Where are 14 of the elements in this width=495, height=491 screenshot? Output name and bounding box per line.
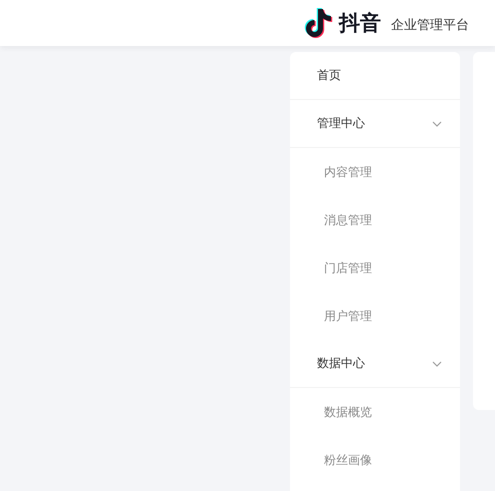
chevron-icon xyxy=(432,118,442,128)
platform-subtitle: 企业管理平台 xyxy=(391,16,469,34)
music-note-logo-icon xyxy=(303,7,333,39)
brand-name: 抖音 xyxy=(339,10,381,37)
submenu-item[interactable]: 消息管理 xyxy=(290,196,460,244)
submenu-item[interactable]: 数据概览 xyxy=(290,388,460,436)
chevron-icon xyxy=(432,358,442,368)
submenu-item[interactable]: 用户管理 xyxy=(290,292,460,340)
submenu-item[interactable]: 内容管理 xyxy=(290,148,460,196)
submenu-item[interactable]: 粉丝画像 xyxy=(290,436,460,484)
menu-item[interactable]: 首页 xyxy=(290,52,460,100)
menu-group[interactable]: 管理中心 xyxy=(290,100,460,148)
submenu-item[interactable]: 门店管理 xyxy=(290,244,460,292)
menu-group[interactable]: 数据中心 xyxy=(290,340,460,388)
